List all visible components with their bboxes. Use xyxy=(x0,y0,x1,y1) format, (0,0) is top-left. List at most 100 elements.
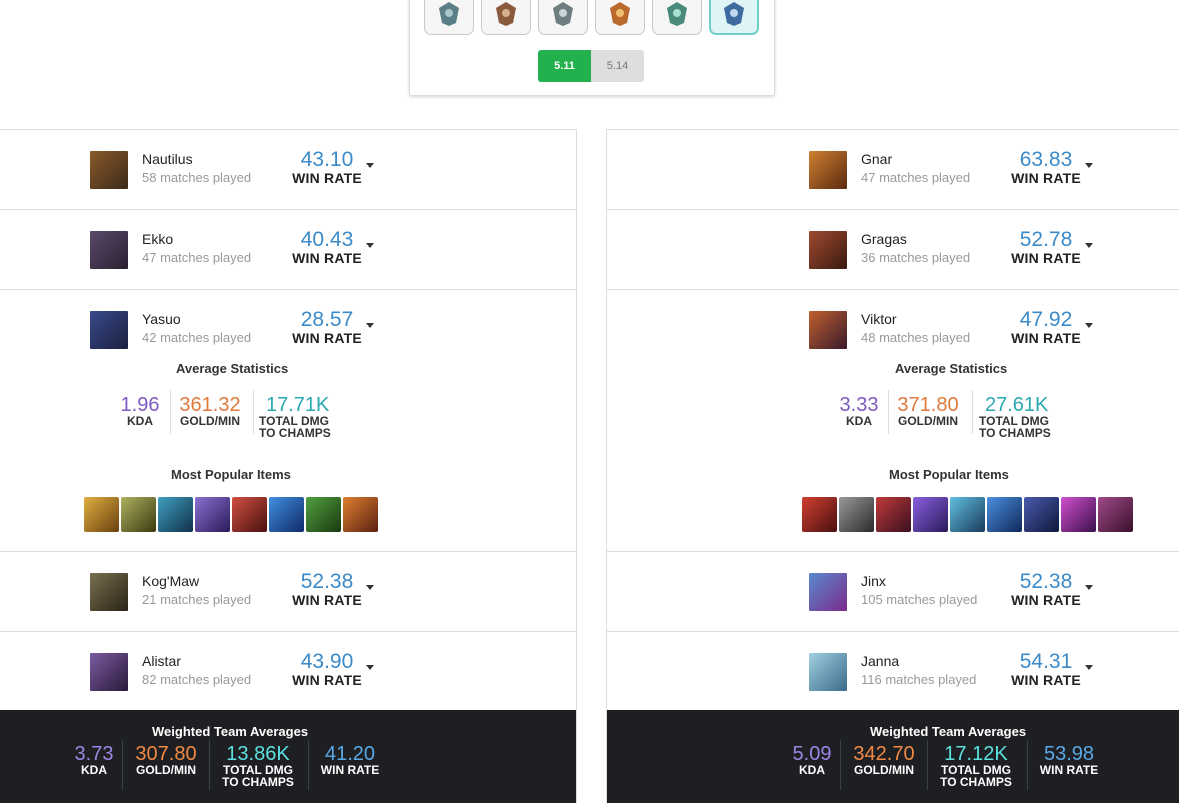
win-rate-label: WIN RATE xyxy=(1011,592,1081,608)
patch-toggle: 5.11 5.14 xyxy=(538,50,644,82)
expand-caret-icon[interactable] xyxy=(366,585,374,590)
item-icon[interactable] xyxy=(1098,497,1133,532)
platinum-tier-icon[interactable] xyxy=(595,0,645,35)
item-icon[interactable] xyxy=(195,497,230,532)
divider xyxy=(927,740,928,790)
matches-played: 48 matches played xyxy=(861,330,971,345)
item-icon[interactable] xyxy=(1061,497,1096,532)
team-gold-value: 307.80 xyxy=(135,743,197,765)
win-rate: 52.78 WIN RATE xyxy=(1009,229,1083,266)
team-kda-value: 3.73 xyxy=(74,743,114,765)
team-gold: 307.80 GOLD/MIN xyxy=(128,744,204,776)
item-icon[interactable] xyxy=(950,497,985,532)
champion-row[interactable]: Alistar 82 matches played 43.90 WIN RATE xyxy=(0,632,576,711)
silver-tier-icon[interactable] xyxy=(481,0,531,35)
item-icon[interactable] xyxy=(1024,497,1059,532)
item-icon[interactable] xyxy=(913,497,948,532)
champion-name: Janna xyxy=(861,653,900,669)
win-rate: 54.31 WIN RATE xyxy=(1009,650,1083,688)
team-kda-label: KDA xyxy=(81,763,107,777)
champion-row[interactable]: Janna 116 matches played 54.31 WIN RATE xyxy=(607,632,1179,711)
item-icon[interactable] xyxy=(876,497,911,532)
champion-row-expanded[interactable]: Yasuo 42 matches played 28.57 WIN RATE Av… xyxy=(0,290,576,552)
item-icon[interactable] xyxy=(306,497,341,532)
item-icon[interactable] xyxy=(158,497,193,532)
divider xyxy=(888,390,889,434)
matches-played: 105 matches played xyxy=(861,592,978,607)
bronze-tier-icon[interactable] xyxy=(424,0,474,35)
champion-portrait xyxy=(809,311,847,349)
item-icon[interactable] xyxy=(839,497,874,532)
champion-portrait xyxy=(90,653,128,691)
item-icon[interactable] xyxy=(987,497,1022,532)
team-left-panel: Nautilus 58 matches played 43.10 WIN RATE… xyxy=(0,129,577,803)
win-rate: 63.83 WIN RATE xyxy=(1009,149,1083,186)
champion-row[interactable]: Gragas 36 matches played 52.78 WIN RATE xyxy=(607,210,1179,290)
team-right-panel: Gnar 47 matches played 63.83 WIN RATE Gra… xyxy=(606,129,1179,803)
champion-row[interactable]: Jinx 105 matches played 52.38 WIN RATE xyxy=(607,552,1179,632)
divider xyxy=(308,740,309,790)
team-win-rate: 41.20 WIN RATE xyxy=(314,744,386,776)
champion-portrait xyxy=(90,573,128,611)
champion-row[interactable]: Nautilus 58 matches played 43.10 WIN RATE xyxy=(0,130,576,210)
master-tier-icon[interactable] xyxy=(709,0,759,35)
win-rate-value: 52.38 xyxy=(300,570,354,593)
win-rate-label: WIN RATE xyxy=(292,170,362,186)
expand-caret-icon[interactable] xyxy=(366,163,374,168)
win-rate-value: 47.92 xyxy=(1019,308,1073,331)
divider xyxy=(122,740,123,790)
team-kda-value: 5.09 xyxy=(792,743,832,765)
expand-caret-icon[interactable] xyxy=(366,243,374,248)
champion-portrait xyxy=(809,231,847,269)
champion-row[interactable]: Kog'Maw 21 matches played 52.38 WIN RATE xyxy=(0,552,576,632)
stat-kda: 1.96 KDA xyxy=(116,395,164,427)
divider xyxy=(209,740,210,790)
expand-caret-icon[interactable] xyxy=(1085,585,1093,590)
champion-portrait xyxy=(809,573,847,611)
diamond-tier-icon[interactable] xyxy=(652,0,702,35)
item-icon[interactable] xyxy=(343,497,378,532)
kda-value: 3.33 xyxy=(839,394,879,416)
item-icon[interactable] xyxy=(84,497,119,532)
champion-row[interactable]: Gnar 47 matches played 63.83 WIN RATE xyxy=(607,130,1179,210)
popular-items-title: Most Popular Items xyxy=(889,467,1009,482)
team-gold-value: 342.70 xyxy=(853,743,915,765)
win-rate: 43.10 WIN RATE xyxy=(290,148,364,186)
win-rate-value: 54.31 xyxy=(1019,650,1073,673)
team-damage-label-2: TO CHAMPS xyxy=(222,775,294,789)
win-rate-label: WIN RATE xyxy=(1011,170,1081,186)
team-win-rate-value: 41.20 xyxy=(324,743,376,765)
expand-caret-icon[interactable] xyxy=(1085,163,1093,168)
team-damage-value: 13.86K xyxy=(226,743,290,765)
champion-row[interactable]: Ekko 47 matches played 40.43 WIN RATE xyxy=(0,210,576,290)
champion-name: Gnar xyxy=(861,151,893,167)
team-damage-label-2: TO CHAMPS xyxy=(940,775,1012,789)
expand-caret-icon[interactable] xyxy=(366,665,374,670)
item-icon[interactable] xyxy=(121,497,156,532)
team-win-rate-label: WIN RATE xyxy=(320,763,380,777)
champion-name: Nautilus xyxy=(142,151,193,167)
gold-label: GOLD/MIN xyxy=(898,414,958,428)
kda-label: KDA xyxy=(127,414,153,428)
popular-items-title: Most Popular Items xyxy=(171,467,291,482)
item-icon[interactable] xyxy=(269,497,304,532)
expand-caret-icon[interactable] xyxy=(1085,665,1093,670)
team-gold-label: GOLD/MIN xyxy=(136,763,196,777)
expand-caret-icon[interactable] xyxy=(1085,243,1093,248)
champion-portrait xyxy=(90,151,128,189)
weighted-team-averages: Weighted Team Averages 3.73 KDA 307.80 GOL… xyxy=(0,710,576,803)
win-rate-value: 40.43 xyxy=(300,228,354,251)
expand-caret-icon[interactable] xyxy=(1085,323,1093,328)
item-icon[interactable] xyxy=(802,497,837,532)
champion-name: Gragas xyxy=(861,231,907,247)
item-icon[interactable] xyxy=(232,497,267,532)
patch-button-active[interactable]: 5.11 xyxy=(538,50,591,82)
champion-row-expanded[interactable]: Viktor 48 matches played 47.92 WIN RATE A… xyxy=(607,290,1179,552)
weighted-title: Weighted Team Averages xyxy=(152,724,309,739)
expand-caret-icon[interactable] xyxy=(366,323,374,328)
patch-button-other[interactable]: 5.14 xyxy=(591,50,644,82)
gold-tier-icon[interactable] xyxy=(538,0,588,35)
popular-items-list xyxy=(802,497,1133,532)
win-rate-label: WIN RATE xyxy=(292,330,362,346)
win-rate-value: 43.10 xyxy=(300,148,354,171)
